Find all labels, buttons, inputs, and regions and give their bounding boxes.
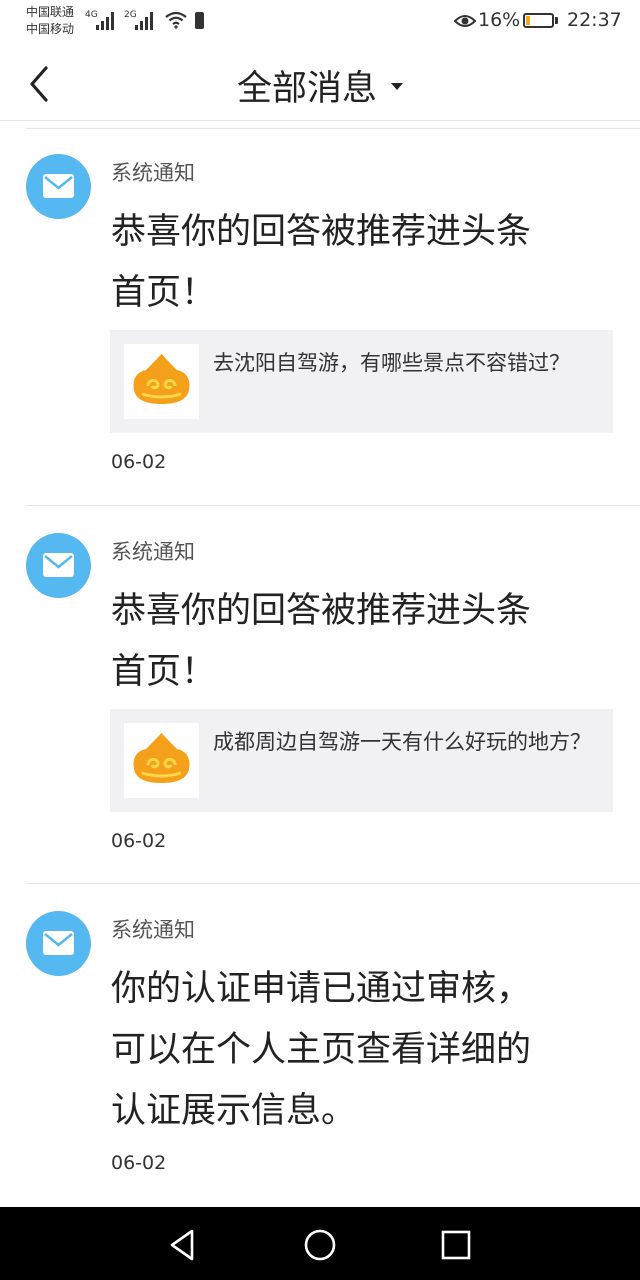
eye-comfort-icon [454,15,476,27]
message-date: 06-02 [111,1152,167,1174]
question-text: 去沈阳自驾游，有哪些景点不容错过？ [213,351,570,375]
message-line: 恭喜你的回答被推荐进头条 [111,591,532,631]
mail-avatar [26,911,91,976]
message-text: 你的认证申请已通过审核， 可以在个人主页查看详细的 认证展示信息。 [111,959,611,1142]
message-item[interactable]: 系统通知 你的认证申请已通过审核， 可以在个人主页查看详细的 认证展示信息。 0… [0,884,640,1206]
message-line: 你的认证申请已通过审核， [111,969,532,1009]
sim-icon [195,12,204,29]
system-nav-bar [0,1207,640,1280]
carrier-2: 中国移动 [26,22,75,36]
message-item[interactable]: 系统通知 恭喜你的回答被推荐进头条 首页！ 成都周边自驾游一天有什么好玩的地方？… [0,506,640,883]
nav-back-icon[interactable] [164,1225,204,1265]
question-text: 成都周边自驾游一天有什么好玩的地方？ [213,730,591,754]
sender-name: 系统通知 [111,161,195,185]
carrier-names: 中国联通 中国移动 [26,4,74,38]
nav-home-icon[interactable] [300,1225,340,1265]
battery-icon [523,13,554,28]
message-text: 恭喜你的回答被推荐进头条 首页！ [111,202,611,324]
battery-level [526,16,530,25]
message-line: 可以在个人主页查看详细的 [111,1030,532,1070]
network-type-2: 2G [124,10,137,20]
message-line: 认证展示信息。 [111,1091,357,1131]
cloud-logo-icon [133,354,190,404]
mail-avatar [26,533,91,598]
message-line: 首页！ [111,273,217,313]
sender-name: 系统通知 [111,918,195,942]
message-line: 恭喜你的回答被推荐进头条 [111,212,532,252]
cloud-logo-icon [133,733,190,783]
sender-name: 系统通知 [111,540,195,564]
carrier-1: 中国联通 [26,5,75,19]
status-bar: 中国联通 中国移动 4G 2G 16% 22:37 [0,0,640,44]
network-type-1: 4G [85,10,98,20]
question-thumbnail [124,344,199,419]
message-text: 恭喜你的回答被推荐进头条 首页！ [111,581,611,703]
mail-avatar [26,154,91,219]
page-title: 全部消息 [236,69,377,109]
message-line: 首页！ [111,652,217,692]
battery-tip [555,17,558,24]
message-date: 06-02 [111,451,167,473]
title-dropdown[interactable]: 全部消息 [0,60,640,111]
caret-down-icon [391,82,403,90]
question-thumbnail [124,723,199,798]
nav-recents-icon[interactable] [436,1225,476,1265]
mail-icon [43,931,74,955]
linked-question-card[interactable]: 去沈阳自驾游，有哪些景点不容错过？ [110,330,613,433]
battery-percent: 16% [478,9,521,31]
clock: 22:37 [567,9,622,31]
wifi-icon [165,11,187,29]
linked-question-card[interactable]: 成都周边自驾游一天有什么好玩的地方？ [110,709,613,812]
message-date: 06-02 [111,830,167,852]
message-item[interactable]: 系统通知 恭喜你的回答被推荐进头条 首页！ 去沈阳自驾游，有哪些景点不容错过？ … [0,129,640,505]
nav-header: 全部消息 [0,44,640,121]
mail-icon [43,553,74,577]
mail-icon [43,174,74,198]
